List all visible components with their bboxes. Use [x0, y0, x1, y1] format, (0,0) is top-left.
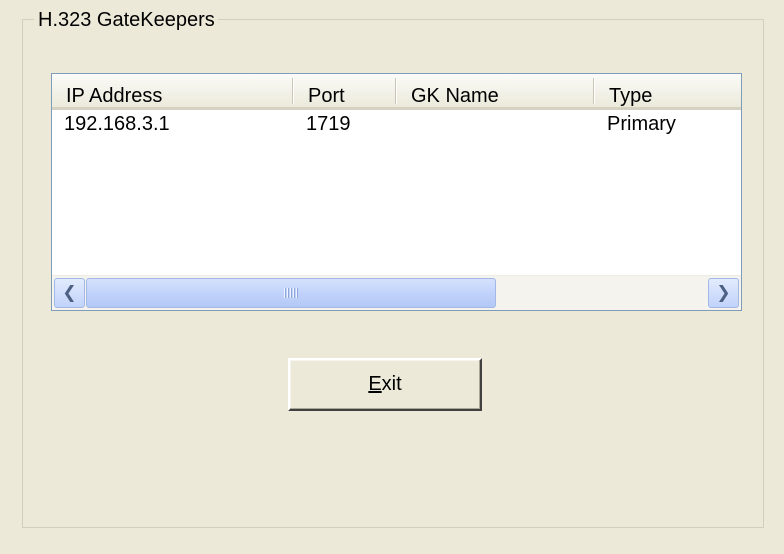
exit-button[interactable]: Exit: [288, 358, 482, 411]
gatekeepers-listview[interactable]: IP Address Port GK Name Type 192.168.3.1…: [51, 73, 742, 311]
scroll-right-button[interactable]: ❯: [708, 278, 739, 308]
table-row[interactable]: 192.168.3.1 1719 Primary: [52, 111, 741, 137]
cell-ip-address: 192.168.3.1: [64, 113, 170, 135]
chevron-left-icon: ❮: [62, 283, 77, 303]
listview-header: IP Address Port GK Name Type: [52, 74, 741, 110]
exit-label: xit: [381, 373, 402, 395]
exit-mnemonic: E: [368, 373, 382, 395]
scroll-left-button[interactable]: ❮: [54, 278, 85, 308]
column-header-type[interactable]: Type: [595, 74, 741, 107]
column-header-ip-address[interactable]: IP Address: [52, 74, 294, 107]
scrollbar-thumb[interactable]: [86, 278, 496, 308]
groupbox-title: H.323 GateKeepers: [34, 8, 218, 32]
column-header-gk-name[interactable]: GK Name: [397, 74, 595, 107]
grip-icon: [284, 288, 298, 298]
cell-type: Primary: [607, 113, 676, 135]
column-header-port[interactable]: Port: [294, 74, 397, 107]
cell-port: 1719: [306, 113, 351, 135]
horizontal-scrollbar[interactable]: ❮ ❯: [52, 275, 741, 310]
chevron-right-icon: ❯: [716, 283, 731, 303]
